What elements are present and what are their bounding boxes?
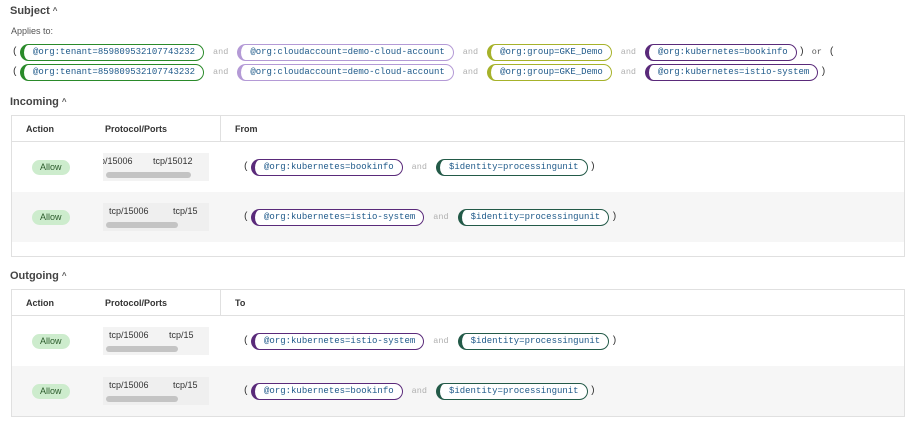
and-operator: and (433, 336, 449, 346)
port-item: tcp/15006 (109, 206, 149, 216)
allow-badge: Allow (32, 209, 70, 225)
incoming-section-header[interactable]: Incoming ^ (10, 96, 67, 108)
and-operator: and (620, 47, 637, 57)
peer-expression: ( @org:kubernetes=istio-system and $iden… (221, 332, 904, 350)
tag-identity[interactable]: $identity=processingunit (435, 158, 588, 176)
peer-expression: ( @org:kubernetes=bookinfo and $identity… (221, 158, 904, 176)
or-operator: or (811, 47, 822, 57)
subject-title: Subject (10, 5, 50, 17)
subject-section-header[interactable]: Subject ^ (10, 5, 57, 17)
incoming-table: Action Protocol/Ports From Allow p/15006… (11, 115, 905, 257)
port-item: tcp/15006 (109, 380, 149, 390)
applies-to-label: Applies to: (11, 26, 54, 36)
tag-group[interactable]: @org:group=GKE_Demo (487, 63, 612, 81)
tag-kubernetes[interactable]: @org:kubernetes=istio-system (251, 332, 425, 350)
chevron-up-icon[interactable]: ^ (62, 272, 67, 280)
table-row: Allow tcp/15006 tcp/15 ( @org:kubernetes… (12, 192, 904, 242)
tag-tenant[interactable]: @org:tenant=859809532107743232 (20, 43, 205, 61)
incoming-title: Incoming (10, 96, 59, 108)
horizontal-scrollbar[interactable] (106, 172, 191, 178)
tag-kubernetes[interactable]: @org:kubernetes=istio-system (251, 208, 425, 226)
port-item: tcp/15006 (109, 330, 149, 340)
tag-kubernetes[interactable]: @org:kubernetes=bookinfo (645, 43, 797, 61)
tag-identity[interactable]: $identity=processingunit (435, 382, 588, 400)
and-operator: and (462, 67, 479, 77)
tag-tenant[interactable]: @org:tenant=859809532107743232 (20, 63, 205, 81)
horizontal-scrollbar[interactable] (106, 396, 178, 402)
allow-badge: Allow (32, 383, 70, 399)
outgoing-title: Outgoing (10, 270, 59, 282)
subject-group: ( @org:tenant=859809532107743232 and @or… (10, 62, 906, 82)
table-header: Action Protocol/Ports From (12, 116, 904, 142)
tag-cloudaccount[interactable]: @org:cloudaccount=demo-cloud-account (237, 63, 454, 81)
ports-scroll-area[interactable]: p/15006 tcp/15012 (103, 153, 209, 181)
port-item: tcp/15 (173, 206, 198, 216)
tag-cloudaccount[interactable]: @org:cloudaccount=demo-cloud-account (237, 43, 454, 61)
tag-identity[interactable]: $identity=processingunit (457, 208, 610, 226)
and-operator: and (411, 162, 427, 172)
subject-group: ( @org:tenant=859809532107743232 and @or… (10, 42, 906, 62)
table-row: Allow p/15006 tcp/15012 ( @org:kubernete… (12, 142, 904, 192)
subject-expression: ( @org:tenant=859809532107743232 and @or… (10, 42, 906, 82)
table-row: Allow tcp/15006 tcp/15 ( @org:kubernetes… (12, 316, 904, 366)
horizontal-scrollbar[interactable] (106, 346, 178, 352)
port-item: p/15006 (103, 156, 133, 166)
column-header-action: Action (26, 123, 54, 134)
column-header-from: From (235, 123, 258, 134)
tag-kubernetes[interactable]: @org:kubernetes=bookinfo (251, 382, 403, 400)
column-header-ports: Protocol/Ports (91, 290, 221, 315)
column-header-action: Action (26, 297, 54, 308)
peer-expression: ( @org:kubernetes=istio-system and $iden… (221, 208, 904, 226)
and-operator: and (213, 47, 229, 57)
and-operator: and (462, 47, 479, 57)
and-operator: and (411, 386, 427, 396)
ports-scroll-area[interactable]: tcp/15006 tcp/15 (103, 377, 209, 405)
tag-kubernetes[interactable]: @org:kubernetes=bookinfo (251, 158, 403, 176)
tag-identity[interactable]: $identity=processingunit (457, 332, 610, 350)
allow-badge: Allow (32, 159, 70, 175)
column-header-to: To (235, 297, 246, 308)
port-item: tcp/15012 (153, 156, 193, 166)
port-item: tcp/15 (173, 380, 198, 390)
and-operator: and (433, 212, 449, 222)
port-item: tcp/15 (169, 330, 194, 340)
outgoing-table: Action Protocol/Ports To Allow tcp/15006… (11, 289, 905, 417)
and-operator: and (620, 67, 637, 77)
tag-kubernetes[interactable]: @org:kubernetes=istio-system (645, 63, 819, 81)
and-operator: and (213, 67, 229, 77)
table-row: Allow tcp/15006 tcp/15 ( @org:kubernetes… (12, 366, 904, 416)
chevron-up-icon[interactable]: ^ (62, 98, 67, 106)
outgoing-section-header[interactable]: Outgoing ^ (10, 270, 67, 282)
chevron-up-icon[interactable]: ^ (53, 7, 58, 15)
column-header-ports: Protocol/Ports (91, 116, 221, 141)
ports-scroll-area[interactable]: tcp/15006 tcp/15 (103, 203, 209, 231)
ports-scroll-area[interactable]: tcp/15006 tcp/15 (103, 327, 209, 355)
tag-group[interactable]: @org:group=GKE_Demo (487, 43, 612, 61)
allow-badge: Allow (32, 333, 70, 349)
peer-expression: ( @org:kubernetes=bookinfo and $identity… (221, 382, 904, 400)
horizontal-scrollbar[interactable] (106, 222, 178, 228)
table-header: Action Protocol/Ports To (12, 290, 904, 316)
